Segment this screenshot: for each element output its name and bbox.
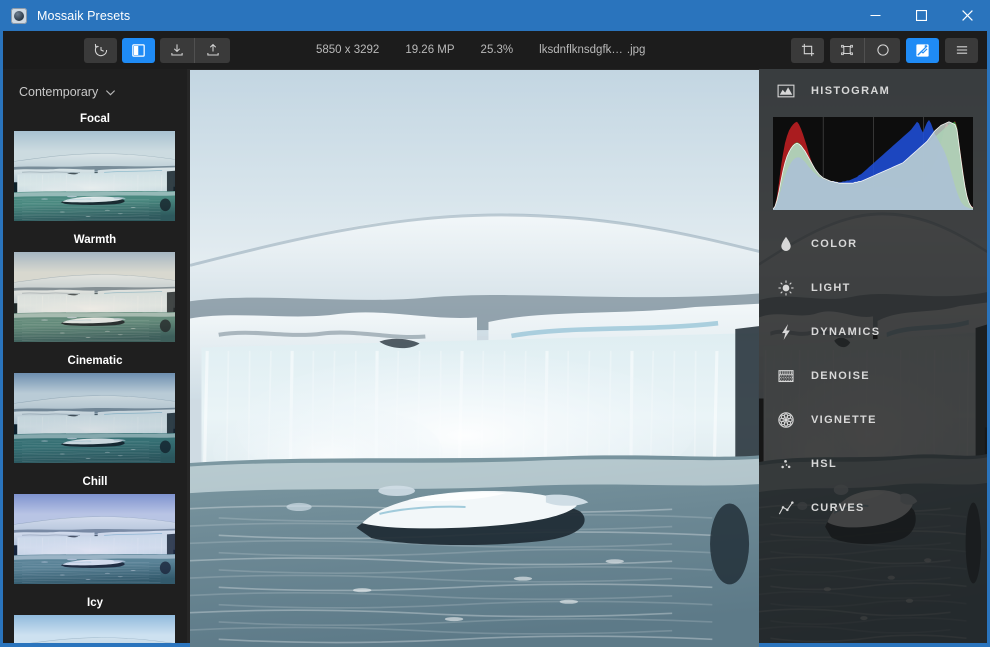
preset-item[interactable]: Cinematic bbox=[14, 355, 176, 463]
lightning-bolt-icon bbox=[782, 324, 790, 340]
panel-section-denoise[interactable]: DENOISE bbox=[759, 354, 987, 398]
panel-section-label: LIGHT bbox=[811, 282, 851, 294]
adjust-button[interactable] bbox=[906, 37, 939, 63]
zoom-level: 25.3% bbox=[480, 44, 514, 56]
dots-icon-wrap bbox=[773, 451, 799, 477]
preset-item[interactable]: Focal bbox=[14, 113, 176, 221]
histogram-icon bbox=[777, 84, 795, 98]
file-name-base: lksdnflknsdgfk… bbox=[539, 44, 623, 56]
vignette-flower-icon bbox=[778, 412, 794, 428]
import-button[interactable] bbox=[160, 37, 195, 63]
vignette-flower-icon-wrap bbox=[773, 407, 799, 433]
presets-sidebar: Contemporary Focal Warmth Cinematic Chill Ic… bbox=[3, 69, 187, 643]
file-name: lksdnflknsdgfk… .jpg bbox=[539, 44, 645, 56]
preset-name: Cinematic bbox=[67, 355, 123, 367]
panel-section-light[interactable]: LIGHT bbox=[759, 266, 987, 310]
preset-name: Chill bbox=[82, 476, 108, 488]
panel-section-label: CURVES bbox=[811, 502, 865, 514]
upload-tray-icon bbox=[206, 43, 219, 56]
preset-thumbnail[interactable] bbox=[14, 615, 175, 643]
adjustments-panel: HISTOGRAM COLOR LIGHT DYNAMICS DENOISE VIGNET… bbox=[759, 69, 987, 643]
collection-selector[interactable]: Contemporary bbox=[3, 69, 187, 99]
minimize-button[interactable] bbox=[852, 0, 898, 31]
winter-waterfall-photo[interactable] bbox=[190, 70, 759, 647]
sun-icon bbox=[778, 280, 794, 296]
panel-sections: HISTOGRAM COLOR LIGHT DYNAMICS DENOISE VIGNET… bbox=[759, 69, 987, 530]
histogram-chart bbox=[773, 117, 973, 210]
history-button[interactable] bbox=[84, 37, 117, 63]
panel-section-label: COLOR bbox=[811, 238, 858, 250]
titlebar: Mossaik Presets bbox=[0, 0, 990, 31]
minimize-icon bbox=[870, 15, 880, 16]
toolbar-left-group bbox=[84, 37, 230, 63]
droplet-icon bbox=[781, 236, 791, 251]
panel-section-label: DENOISE bbox=[811, 370, 870, 382]
panel-section-hsl[interactable]: HSL bbox=[759, 442, 987, 486]
preset-name: Focal bbox=[79, 113, 111, 125]
hamburger-menu-icon bbox=[956, 46, 967, 54]
panel-section-curves[interactable]: CURVES bbox=[759, 486, 987, 530]
transform-frame-icon bbox=[841, 44, 853, 56]
io-button-pair bbox=[160, 37, 230, 63]
menu-button[interactable] bbox=[945, 37, 978, 63]
sun-icon-wrap bbox=[773, 275, 799, 301]
preset-thumbnail[interactable] bbox=[14, 373, 175, 463]
shape-button-pair bbox=[830, 37, 900, 63]
panel-section-label: DYNAMICS bbox=[811, 326, 881, 338]
toolbar: 5850 x 3292 19.26 MP 25.3% lksdnflknsdgf… bbox=[3, 31, 987, 69]
preset-item[interactable]: Icy bbox=[14, 597, 176, 643]
preset-thumbnail[interactable] bbox=[14, 131, 175, 221]
toolbar-right-group bbox=[791, 37, 978, 63]
export-button[interactable] bbox=[195, 38, 230, 63]
chevron-down-icon bbox=[106, 89, 116, 95]
panel-section-histogram[interactable]: HISTOGRAM bbox=[759, 69, 987, 113]
maximize-icon bbox=[915, 10, 927, 21]
histogram-panel bbox=[773, 117, 973, 210]
crop-icon bbox=[801, 43, 814, 57]
histogram-icon-wrap bbox=[773, 78, 799, 104]
crop-button[interactable] bbox=[791, 37, 824, 63]
panel-section-label: HSL bbox=[811, 458, 838, 470]
maximize-button[interactable] bbox=[898, 0, 944, 31]
window-title: Mossaik Presets bbox=[37, 8, 131, 23]
panel-section-label: VIGNETTE bbox=[811, 414, 877, 426]
panel-section-label: HISTOGRAM bbox=[811, 85, 891, 97]
ellipse-mask-button[interactable] bbox=[865, 38, 900, 63]
transform-button[interactable] bbox=[830, 37, 865, 63]
curve-points-icon bbox=[778, 501, 794, 515]
noise-grid-icon bbox=[778, 370, 794, 383]
preset-thumbnail[interactable] bbox=[14, 252, 175, 342]
window-controls bbox=[852, 0, 990, 31]
close-icon bbox=[961, 10, 973, 21]
app-window: Mossaik Presets 5850 x 3292 19.26 MP 25.… bbox=[0, 0, 990, 647]
preset-thumbnail[interactable] bbox=[14, 494, 175, 584]
circle-icon bbox=[876, 44, 889, 56]
dots-icon bbox=[781, 460, 791, 469]
split-view-icon bbox=[132, 43, 145, 57]
image-megapixels: 19.26 MP bbox=[405, 44, 455, 56]
adjust-sliders-icon bbox=[916, 43, 929, 57]
preset-item[interactable]: Warmth bbox=[14, 234, 176, 342]
app-globe-icon bbox=[11, 7, 27, 24]
download-tray-icon bbox=[171, 44, 183, 56]
panel-section-color[interactable]: COLOR bbox=[759, 222, 987, 266]
collection-label: Contemporary bbox=[19, 85, 99, 99]
panel-section-vignette[interactable]: VIGNETTE bbox=[759, 398, 987, 442]
noise-grid-icon-wrap bbox=[773, 363, 799, 389]
preset-name: Icy bbox=[87, 597, 103, 609]
file-extension: .jpg bbox=[626, 44, 646, 56]
split-view-button[interactable] bbox=[122, 37, 155, 63]
close-button[interactable] bbox=[944, 0, 990, 31]
droplet-icon-wrap bbox=[773, 231, 799, 257]
file-info: 5850 x 3292 19.26 MP 25.3% lksdnflknsdgf… bbox=[316, 44, 645, 56]
image-dimensions: 5850 x 3292 bbox=[316, 44, 380, 56]
lightning-bolt-icon-wrap bbox=[773, 319, 799, 345]
preset-item[interactable]: Chill bbox=[14, 476, 176, 584]
panel-section-dynamics[interactable]: DYNAMICS bbox=[759, 310, 987, 354]
curve-points-icon-wrap bbox=[773, 495, 799, 521]
preset-list: Focal Warmth Cinematic Chill Icy bbox=[3, 99, 187, 643]
history-clock-icon bbox=[94, 43, 107, 57]
preset-name: Warmth bbox=[73, 234, 117, 246]
image-canvas[interactable] bbox=[187, 69, 759, 647]
